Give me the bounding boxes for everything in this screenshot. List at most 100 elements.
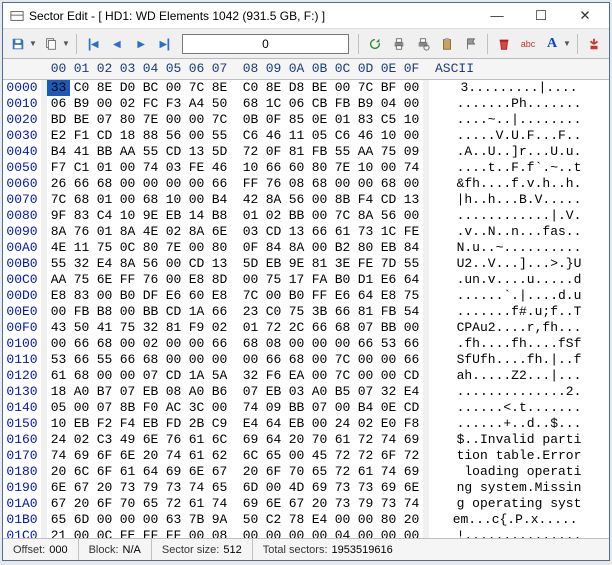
hex-byte[interactable]: 00: [162, 352, 185, 368]
hex-byte[interactable]: 4D: [285, 480, 308, 496]
hex-byte[interactable]: 65: [47, 512, 70, 528]
hex-byte[interactable]: 00: [116, 336, 139, 352]
hex-byte[interactable]: 69: [400, 432, 423, 448]
hex-byte[interactable]: 00: [262, 528, 285, 539]
hex-byte[interactable]: 21: [47, 528, 70, 539]
hex-byte[interactable]: 20: [285, 432, 308, 448]
hex-byte[interactable]: 4E: [139, 224, 162, 240]
hex-byte[interactable]: 73: [162, 480, 185, 496]
hex-byte[interactable]: 8B: [116, 400, 139, 416]
hex-byte[interactable]: 5D: [208, 144, 231, 160]
last-button[interactable]: ▸|: [154, 33, 176, 55]
hex-byte[interactable]: 5A: [208, 368, 231, 384]
hex-byte[interactable]: 81: [354, 304, 377, 320]
hex-byte[interactable]: 00: [331, 336, 354, 352]
ascii-cell[interactable]: .fh....fh....fSf: [429, 336, 609, 352]
hex-byte[interactable]: B0: [331, 272, 354, 288]
hex-byte[interactable]: 61: [331, 432, 354, 448]
hex-byte[interactable]: 08: [285, 176, 308, 192]
hex-byte[interactable]: 66: [354, 336, 377, 352]
hex-byte[interactable]: FE: [354, 256, 377, 272]
hex-byte[interactable]: F8: [400, 416, 423, 432]
hex-byte[interactable]: EB: [262, 384, 285, 400]
hex-byte[interactable]: 00: [400, 176, 423, 192]
hex-byte[interactable]: 81: [308, 256, 331, 272]
hex-byte[interactable]: 75: [400, 288, 423, 304]
hex-byte[interactable]: C6: [331, 128, 354, 144]
hex-byte[interactable]: 66: [208, 336, 231, 352]
hex-byte[interactable]: 8E: [93, 79, 116, 96]
hex-byte[interactable]: F4: [354, 192, 377, 208]
hex-byte[interactable]: E6: [162, 288, 185, 304]
hex-byte[interactable]: 00: [308, 368, 331, 384]
next-button[interactable]: ▸: [130, 33, 152, 55]
hex-byte[interactable]: 68: [70, 192, 93, 208]
hex-byte[interactable]: 73: [354, 224, 377, 240]
hex-byte[interactable]: FB: [308, 144, 331, 160]
hex-byte[interactable]: BB: [93, 144, 116, 160]
hex-byte[interactable]: 75: [70, 272, 93, 288]
hex-byte[interactable]: BE: [70, 112, 93, 128]
hex-byte[interactable]: 6E: [93, 272, 116, 288]
hex-byte[interactable]: 56: [285, 192, 308, 208]
hex-byte[interactable]: 00: [47, 336, 70, 352]
hex-byte[interactable]: 00: [262, 288, 285, 304]
hex-byte[interactable]: 20: [139, 448, 162, 464]
hex-byte[interactable]: 68: [285, 352, 308, 368]
hex-byte[interactable]: A0: [308, 384, 331, 400]
hex-byte[interactable]: 72: [239, 144, 262, 160]
hex-byte[interactable]: 00: [162, 256, 185, 272]
hex-byte[interactable]: 62: [208, 448, 231, 464]
hex-byte[interactable]: 66: [400, 336, 423, 352]
hex-byte[interactable]: 01: [93, 160, 116, 176]
chevron-down-icon[interactable]: ▼: [563, 39, 572, 48]
hex-byte[interactable]: FF: [116, 272, 139, 288]
hex-byte[interactable]: 74: [139, 160, 162, 176]
hex-byte[interactable]: 00: [354, 512, 377, 528]
hex-byte[interactable]: D1: [354, 272, 377, 288]
ascii-cell[interactable]: &fh....f.v.h..h.: [429, 176, 609, 192]
hex-byte[interactable]: 45: [308, 448, 331, 464]
hex-byte[interactable]: 00: [116, 192, 139, 208]
hex-byte[interactable]: A0: [185, 384, 208, 400]
hex-byte[interactable]: 64: [139, 464, 162, 480]
hex-byte[interactable]: 00: [285, 336, 308, 352]
hex-byte[interactable]: 68: [331, 320, 354, 336]
hex-byte[interactable]: A4: [185, 96, 208, 112]
hex-byte[interactable]: 74: [162, 448, 185, 464]
hex-byte[interactable]: 9E: [139, 208, 162, 224]
ascii-cell[interactable]: .......Ph.......: [429, 96, 609, 112]
hex-byte[interactable]: 00: [70, 528, 93, 539]
hex-byte[interactable]: EA: [285, 368, 308, 384]
hex-byte[interactable]: 68: [239, 336, 262, 352]
hex-byte[interactable]: 1C: [377, 224, 400, 240]
hex-byte[interactable]: 74: [47, 448, 70, 464]
hex-byte[interactable]: 6C: [239, 448, 262, 464]
hex-byte[interactable]: 64: [262, 416, 285, 432]
hex-byte[interactable]: 9E: [285, 256, 308, 272]
hex-byte[interactable]: 08: [262, 336, 285, 352]
hex-byte[interactable]: 2C: [285, 320, 308, 336]
ascii-cell[interactable]: CPAu2....r,fh...: [429, 320, 609, 336]
hex-byte[interactable]: 04: [331, 528, 354, 539]
hex-byte[interactable]: 1C: [262, 96, 285, 112]
hex-byte[interactable]: 6F: [377, 448, 400, 464]
hex-byte[interactable]: 46: [208, 160, 231, 176]
hex-byte[interactable]: 72: [400, 448, 423, 464]
hex-byte[interactable]: 02: [162, 224, 185, 240]
ascii-cell[interactable]: N.u..~..........: [429, 240, 609, 256]
maximize-button[interactable]: ☐: [519, 4, 563, 28]
hex-byte[interactable]: 56: [377, 208, 400, 224]
print-button[interactable]: [388, 33, 410, 55]
hex-byte[interactable]: 11: [285, 128, 308, 144]
hex-byte[interactable]: 00: [308, 528, 331, 539]
hex-byte[interactable]: C0: [262, 304, 285, 320]
hex-byte[interactable]: 67: [208, 464, 231, 480]
hex-byte[interactable]: 85: [285, 112, 308, 128]
hex-byte[interactable]: 18: [47, 384, 70, 400]
hex-byte[interactable]: 76: [70, 224, 93, 240]
hex-byte[interactable]: FC: [139, 96, 162, 112]
hex-byte[interactable]: 73: [377, 496, 400, 512]
hex-byte[interactable]: 6C: [70, 464, 93, 480]
hex-byte[interactable]: 72: [331, 464, 354, 480]
